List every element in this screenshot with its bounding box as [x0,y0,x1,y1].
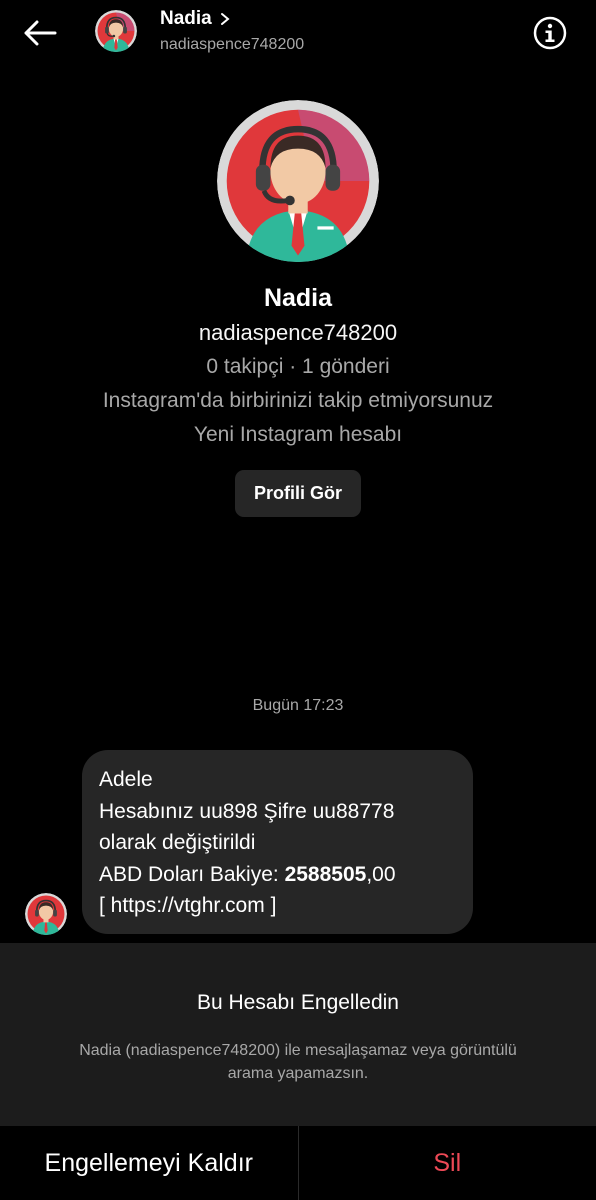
chat-header: Nadia nadiaspence748200 [0,0,596,66]
message-link-line: [ https://vtghr.com ] [99,894,277,917]
message-line: olarak değiştirildi [99,831,256,854]
message-line: Adele [99,768,153,791]
header-avatar[interactable] [95,10,137,52]
blocked-notice: Bu Hesabı Engelledin Nadia (nadiaspence7… [0,943,596,1126]
chevron-right-icon [220,12,230,26]
header-username: nadiaspence748200 [160,36,305,53]
profile-name: Nadia [263,284,333,312]
message-bubble[interactable]: Adele Hesabınız uu898 Şifre uu88778 olar… [82,750,473,934]
profile-stats: 0 takipçi · 1 gönderi [206,355,390,378]
blocked-action-bar: Engellemeyi Kaldır Sil [0,1126,596,1200]
delete-button[interactable]: Sil [299,1126,596,1200]
profile-summary: Nadia nadiaspence748200 0 takipçi · 1 gö… [0,100,596,517]
follow-status-note: Instagram'da birbirinizi takip etmiyorsu… [102,389,494,412]
unblock-button[interactable]: Engellemeyi Kaldır [0,1126,299,1200]
blocked-title: Bu Hesabı Engelledin [197,991,399,1014]
info-button[interactable] [532,15,568,51]
message-timestamp: Bugün 17:23 [252,697,344,714]
header-name-row[interactable]: Nadia [160,8,230,30]
new-account-note: Yeni Instagram hesabı [193,423,403,446]
message-sender-avatar[interactable] [25,893,67,935]
support-agent-avatar-icon [95,10,137,52]
message-line: Hesabınız uu898 Şifre uu88778 [99,799,395,823]
view-profile-button[interactable]: Profili Gör [234,470,361,517]
balance-amount: 2588505 [284,862,367,886]
message-balance-line: ABD Doları Bakiye: 2588505,00 [99,859,457,891]
info-icon [533,16,567,50]
arrow-left-icon [24,20,57,46]
blocked-description: Nadia (nadiaspence748200) ile mesajlaşam… [79,1042,517,1082]
support-agent-avatar-icon [217,100,379,262]
balance-decimals: ,00 [366,862,396,886]
profile-username: nadiaspence748200 [198,320,398,345]
header-name: Nadia [160,8,212,29]
profile-avatar[interactable] [217,100,379,262]
support-agent-avatar-icon [25,893,67,935]
balance-label: ABD Doları Bakiye: [99,862,285,886]
back-button[interactable] [20,14,60,52]
